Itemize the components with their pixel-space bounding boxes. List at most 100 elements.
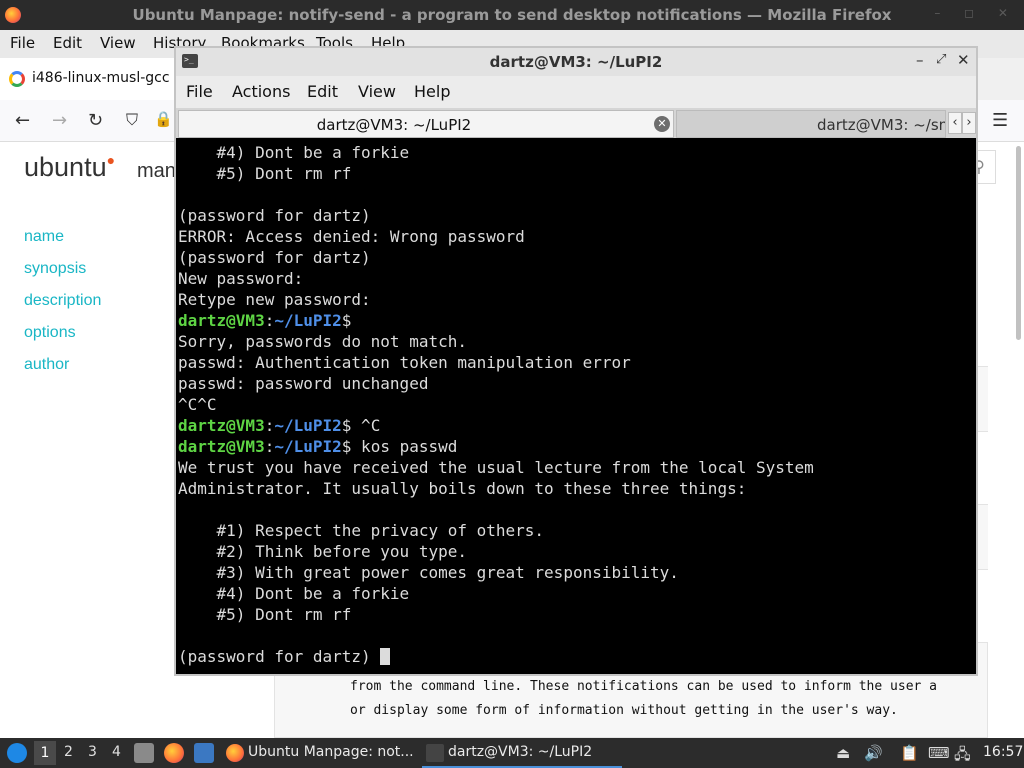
ff-menu-file[interactable]: File <box>10 34 35 52</box>
firefox-tab[interactable]: i486-linux-musl-gcc de <box>0 58 192 100</box>
taskbar: 1 2 3 4 Ubuntu Manpage: not... dartz@VM3… <box>0 738 1024 768</box>
terminal-line-text: New password: <box>178 269 304 288</box>
back-icon[interactable]: ← <box>15 110 30 131</box>
clock: 16:57 <box>983 744 1024 760</box>
workspace-1[interactable]: 1 <box>34 741 56 765</box>
terminal-line: (password for dartz) <box>178 647 391 668</box>
firefox-scrollbar[interactable] <box>1016 146 1021 340</box>
prompt-command: kos passwd <box>351 437 458 456</box>
manuals-logo-suffix: man <box>137 160 176 182</box>
terminal-tab-label: dartz@VM3: ~/LuPI2 <box>316 116 472 134</box>
terminal-line-text: We trust you have received the usual lec… <box>178 458 814 477</box>
app-menu-icon[interactable] <box>7 743 27 763</box>
task-label: Ubuntu Manpage: not... <box>248 744 414 760</box>
man-code-line: from the command line. These notificatio… <box>350 679 937 694</box>
firefox-launcher-icon[interactable] <box>164 743 184 763</box>
term-menu-help[interactable]: Help <box>414 82 450 101</box>
terminal-window: >_ dartz@VM3: ~/LuPI2 – ⤢ ✕ File Actions… <box>174 46 978 676</box>
term-menu-actions[interactable]: Actions <box>232 82 290 101</box>
close-icon[interactable]: ✕ <box>957 51 970 69</box>
maximize-icon[interactable]: ⤢ <box>936 52 946 67</box>
terminal-line-text: Sorry, passwords do not match. <box>178 332 467 351</box>
ff-menu-view[interactable]: View <box>100 34 136 52</box>
sidebar-link-author[interactable]: author <box>24 356 69 374</box>
task-label: dartz@VM3: ~/LuPI2 <box>448 744 593 760</box>
prompt-user: dartz@VM3 <box>178 437 265 456</box>
lock-icon[interactable]: 🔒 <box>154 110 173 128</box>
terminal-line: New password: <box>178 269 303 290</box>
tab-scroll-left-icon[interactable]: ‹ <box>948 112 962 134</box>
terminal-line-text: #2) Think before you type. <box>178 542 467 561</box>
terminal-line-text: Administrator. It usually boils down to … <box>178 479 747 498</box>
firefox-icon <box>226 744 244 762</box>
prompt-path: ~/LuPI2 <box>274 311 342 330</box>
terminal-line-text: #5) Dont rm rf <box>178 605 352 624</box>
terminal-line: Administrator. It usually boils down to … <box>178 479 746 500</box>
terminal-line: ^C^C <box>178 395 217 416</box>
term-menu-edit[interactable]: Edit <box>307 82 338 101</box>
terminal-icon <box>426 744 444 762</box>
clipboard-icon[interactable]: 📋 <box>900 744 919 762</box>
terminal-line: #5) Dont rm rf <box>178 605 352 626</box>
shield-icon[interactable]: ⛉ <box>126 110 138 130</box>
prompt-separator: : <box>264 416 275 435</box>
terminal-prompt-line: dartz@VM3:~/LuPI2$ <box>178 311 351 332</box>
terminal-prompt-line: dartz@VM3:~/LuPI2$ ^C <box>178 416 380 437</box>
show-desktop-icon[interactable] <box>194 743 214 763</box>
terminal-title: dartz@VM3: ~/LuPI2 <box>489 53 663 71</box>
volume-icon[interactable]: 🔊 <box>864 744 883 762</box>
tab-scroll-right-icon[interactable]: › <box>962 112 976 134</box>
reload-icon[interactable]: ↻ <box>88 110 103 131</box>
terminal-line-text: passwd: Authentication token manipulatio… <box>178 353 631 372</box>
task-firefox[interactable]: Ubuntu Manpage: not... <box>222 738 418 768</box>
forward-icon[interactable]: → <box>52 110 67 131</box>
terminal-line-text: #3) With great power comes great respons… <box>178 563 679 582</box>
terminal-tab-label: dartz@VM3: ~/sm <box>817 116 946 134</box>
prompt-symbol: $ <box>341 437 352 456</box>
file-manager-icon[interactable] <box>134 743 154 763</box>
sidebar-link-name[interactable]: name <box>24 228 64 246</box>
terminal-line: ERROR: Access denied: Wrong password <box>178 227 525 248</box>
terminal-output[interactable]: #4) Dont be a forkie #5) Dont rm rf (pass… <box>178 143 974 673</box>
workspace-4[interactable]: 4 <box>112 744 121 760</box>
terminal-line: Retype new password: <box>178 290 371 311</box>
prompt-symbol: $ <box>341 416 352 435</box>
tab-close-icon[interactable]: ✕ <box>654 116 670 132</box>
term-menu-view[interactable]: View <box>358 82 396 101</box>
term-menu-file[interactable]: File <box>186 82 213 101</box>
hamburger-menu-icon[interactable]: ☰ <box>992 110 1008 131</box>
workspace-2[interactable]: 2 <box>64 744 73 760</box>
terminal-prompt-line: dartz@VM3:~/LuPI2$ kos passwd <box>178 437 457 458</box>
prompt-separator: : <box>264 311 275 330</box>
sidebar-link-synopsis[interactable]: synopsis <box>24 260 86 278</box>
terminal-line: #4) Dont be a forkie <box>178 584 410 605</box>
terminal-line-text: (password for dartz) <box>178 647 381 666</box>
terminal-line: passwd: password unchanged <box>178 374 428 395</box>
ff-menu-edit[interactable]: Edit <box>53 34 82 52</box>
terminal-line-text: (password for dartz) <box>178 206 371 225</box>
terminal-line: (password for dartz) <box>178 206 371 227</box>
terminal-line: #4) Dont be a forkie <box>178 143 410 164</box>
window-controls[interactable]: – ◻ ✕ <box>934 6 1018 20</box>
eject-icon[interactable]: ⏏ <box>836 744 850 762</box>
terminal-titlebar[interactable]: >_ dartz@VM3: ~/LuPI2 – ⤢ ✕ <box>176 48 976 76</box>
minimize-icon[interactable]: – <box>916 51 924 69</box>
terminal-tab-inactive[interactable]: dartz@VM3: ~/sm <box>676 110 946 138</box>
terminal-tabbar: dartz@VM3: ~/LuPI2 ✕ dartz@VM3: ~/sm ‹ › <box>176 108 976 138</box>
keyboard-icon[interactable]: ⌨ <box>928 744 950 762</box>
sidebar-link-description[interactable]: description <box>24 292 101 310</box>
workspace-3[interactable]: 3 <box>88 744 97 760</box>
network-icon[interactable]: 🖧 <box>954 744 971 768</box>
man-code-line: or display some form of information with… <box>350 703 898 718</box>
terminal-line-text: #5) Dont rm rf <box>178 164 352 183</box>
terminal-line: (password for dartz) <box>178 248 371 269</box>
terminal-tab-active[interactable]: dartz@VM3: ~/LuPI2 ✕ <box>178 110 674 138</box>
terminal-line: #2) Think before you type. <box>178 542 467 563</box>
ubuntu-logo[interactable]: ubuntu● <box>24 152 115 183</box>
terminal-line: #1) Respect the privacy of others. <box>178 521 545 542</box>
task-terminal[interactable]: dartz@VM3: ~/LuPI2 <box>422 738 622 768</box>
google-icon <box>9 71 25 87</box>
sidebar-link-options[interactable]: options <box>24 324 76 342</box>
prompt-separator: : <box>264 437 275 456</box>
prompt-command: ^C <box>351 416 381 435</box>
